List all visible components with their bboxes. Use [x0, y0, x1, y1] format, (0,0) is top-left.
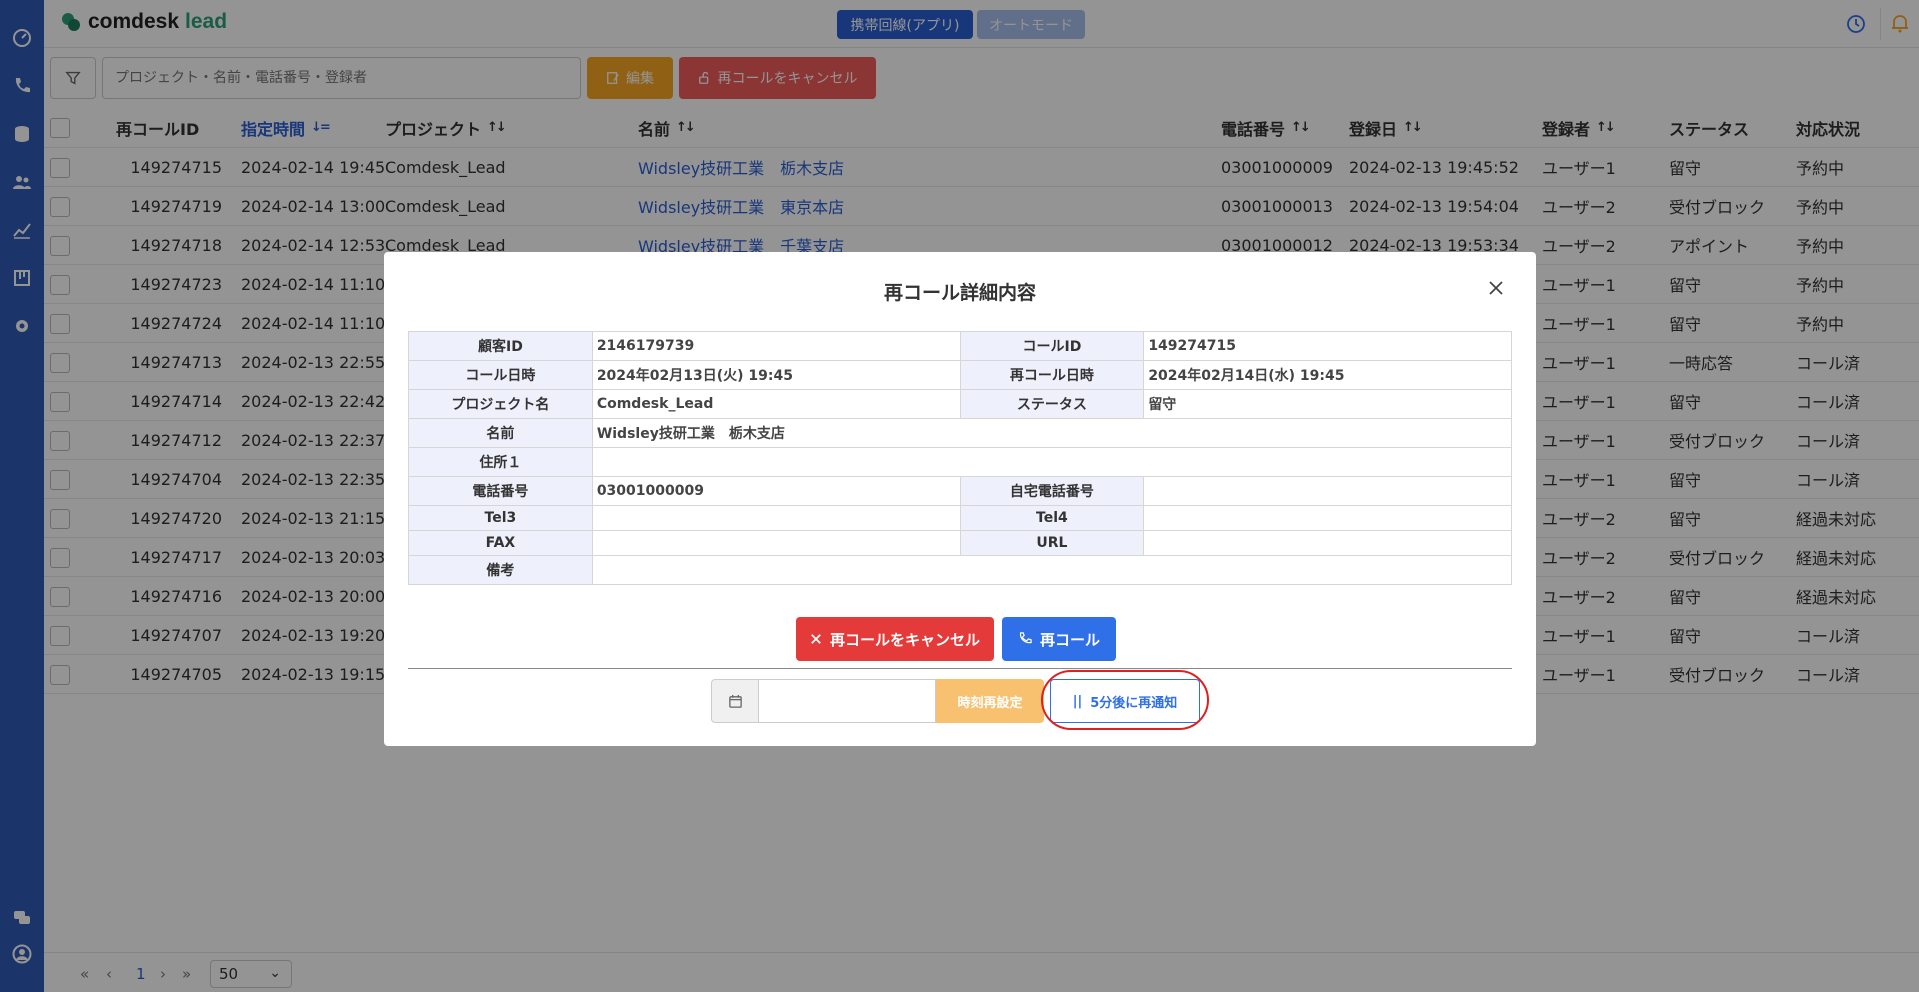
home-tel-label: 自宅電話番号 [959, 476, 1145, 506]
tel4-label: Tel4 [959, 505, 1145, 531]
name-value: Widsley技研工業 栃木支店 [591, 418, 1513, 448]
status-value: 留守 [1143, 389, 1512, 419]
recall-detail-modal: 再コール詳細内容 顧客ID 2146179739 コールID 149274715… [384, 252, 1536, 746]
recall-date-label: 再コール日時 [959, 360, 1145, 390]
call-date-value: 2024年02月13日(火) 19:45 [591, 360, 961, 390]
url-label: URL [959, 530, 1145, 556]
address-value [591, 447, 1513, 477]
call-id-label: コールID [959, 331, 1145, 361]
tel3-label: Tel3 [408, 505, 593, 531]
modal-divider [408, 668, 1512, 669]
fax-value [591, 530, 961, 556]
address-label: 住所１ [408, 447, 593, 477]
tel3-value [591, 505, 961, 531]
highlight-ring [1041, 670, 1209, 730]
calendar-icon[interactable] [711, 679, 759, 723]
url-value [1143, 530, 1512, 556]
home-tel-value [1143, 476, 1512, 506]
cancel-recall-button[interactable]: 再コールをキャンセル [796, 617, 994, 661]
recall-button[interactable]: 再コール [1002, 617, 1116, 661]
customer-id-value: 2146179739 [591, 331, 961, 361]
status-label: ステータス [959, 389, 1145, 419]
recall-label: 再コール [1039, 630, 1100, 649]
call-id-value: 149274715 [1143, 331, 1512, 361]
x-icon [811, 634, 821, 644]
close-icon[interactable] [1486, 278, 1506, 298]
reset-time-button[interactable]: 時刻再設定 [936, 679, 1044, 723]
project-value: Comdesk_Lead [591, 389, 961, 419]
project-label: プロジェクト名 [408, 389, 593, 419]
tel4-value [1143, 505, 1512, 531]
recall-date-value: 2024年02月14日(水) 19:45 [1143, 360, 1512, 390]
call-date-label: コール日時 [408, 360, 593, 390]
datetime-input[interactable] [759, 679, 936, 723]
phone-icon [1019, 632, 1032, 644]
modal-title: 再コール詳細内容 [883, 282, 1036, 304]
tel-label: 電話番号 [408, 476, 593, 506]
detail-table: 顧客ID 2146179739 コールID 149274715 コール日時 20… [408, 331, 1513, 585]
cancel-recall-label: 再コールをキャンセル [829, 630, 980, 649]
fax-label: FAX [408, 530, 593, 556]
tel-value: 03001000009 [591, 476, 961, 506]
customer-id-label: 顧客ID [408, 331, 593, 361]
memo-label: 備考 [408, 555, 593, 585]
name-label: 名前 [408, 418, 593, 448]
memo-value [591, 555, 1513, 585]
